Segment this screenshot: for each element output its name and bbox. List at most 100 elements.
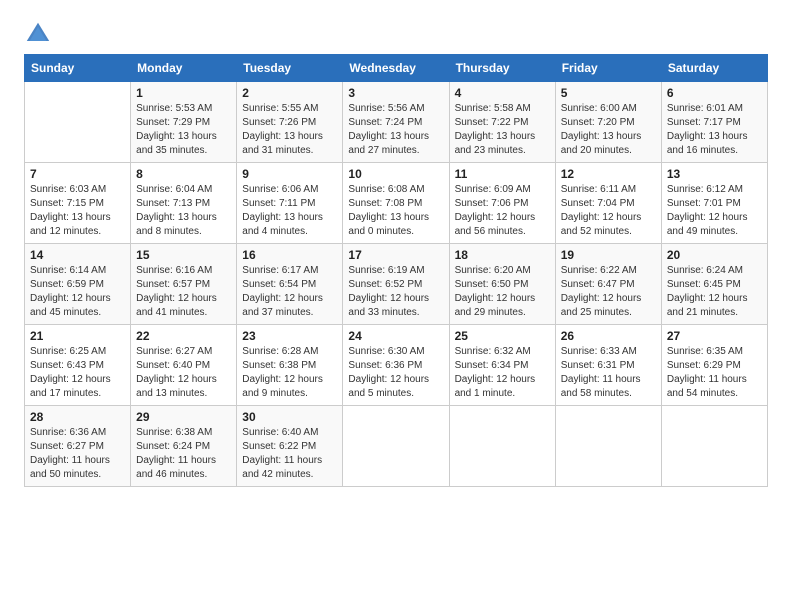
- day-number: 18: [455, 248, 550, 262]
- day-info: Sunrise: 6:06 AMSunset: 7:11 PMDaylight:…: [242, 183, 337, 239]
- day-number: 15: [136, 248, 231, 262]
- day-info: Sunrise: 6:27 AMSunset: 6:40 PMDaylight:…: [136, 345, 231, 401]
- calendar-week-row: 28 Sunrise: 6:36 AMSunset: 6:27 PMDayligh…: [25, 406, 768, 487]
- calendar-day-21: 21 Sunrise: 6:25 AMSunset: 6:43 PMDayligh…: [25, 325, 131, 406]
- calendar-day-empty: [25, 82, 131, 163]
- calendar-day-14: 14 Sunrise: 6:14 AMSunset: 6:59 PMDayligh…: [25, 244, 131, 325]
- day-info: Sunrise: 6:03 AMSunset: 7:15 PMDaylight:…: [30, 183, 125, 239]
- weekday-header-monday: Monday: [131, 55, 237, 82]
- weekday-header-row: SundayMondayTuesdayWednesdayThursdayFrid…: [25, 55, 768, 82]
- day-info: Sunrise: 6:32 AMSunset: 6:34 PMDaylight:…: [455, 345, 550, 401]
- day-number: 27: [667, 329, 762, 343]
- calendar-day-11: 11 Sunrise: 6:09 AMSunset: 7:06 PMDayligh…: [449, 163, 555, 244]
- day-number: 6: [667, 86, 762, 100]
- calendar-day-10: 10Sunrise: 6:08 AMSunset: 7:08 PMDayligh…: [343, 163, 449, 244]
- day-number: 19: [561, 248, 656, 262]
- calendar-body: 1 Sunrise: 5:53 AMSunset: 7:29 PMDaylight…: [25, 82, 768, 487]
- day-number: 28: [30, 410, 125, 424]
- calendar-day-3: 3 Sunrise: 5:56 AMSunset: 7:24 PMDaylight…: [343, 82, 449, 163]
- calendar-day-13: 13 Sunrise: 6:12 AMSunset: 7:01 PMDayligh…: [661, 163, 767, 244]
- logo: [24, 20, 56, 48]
- weekday-header-friday: Friday: [555, 55, 661, 82]
- calendar-day-20: 20 Sunrise: 6:24 AMSunset: 6:45 PMDayligh…: [661, 244, 767, 325]
- day-number: 1: [136, 86, 231, 100]
- day-number: 16: [242, 248, 337, 262]
- day-number: 14: [30, 248, 125, 262]
- day-info: Sunrise: 6:36 AMSunset: 6:27 PMDaylight:…: [30, 426, 125, 482]
- day-info: Sunrise: 6:35 AMSunset: 6:29 PMDaylight:…: [667, 345, 762, 401]
- day-number: 3: [348, 86, 443, 100]
- day-number: 25: [455, 329, 550, 343]
- calendar-day-30: 30Sunrise: 6:40 AMSunset: 6:22 PMDayligh…: [237, 406, 343, 487]
- weekday-header-wednesday: Wednesday: [343, 55, 449, 82]
- calendar-day-empty: [343, 406, 449, 487]
- day-number: 13: [667, 167, 762, 181]
- calendar-week-row: 7 Sunrise: 6:03 AMSunset: 7:15 PMDaylight…: [25, 163, 768, 244]
- day-number: 7: [30, 167, 125, 181]
- day-number: 8: [136, 167, 231, 181]
- calendar-day-empty: [449, 406, 555, 487]
- calendar-day-22: 22 Sunrise: 6:27 AMSunset: 6:40 PMDayligh…: [131, 325, 237, 406]
- day-number: 9: [242, 167, 337, 181]
- calendar-day-23: 23 Sunrise: 6:28 AMSunset: 6:38 PMDayligh…: [237, 325, 343, 406]
- day-info: Sunrise: 6:12 AMSunset: 7:01 PMDaylight:…: [667, 183, 762, 239]
- weekday-header-sunday: Sunday: [25, 55, 131, 82]
- header: [24, 20, 768, 48]
- calendar-week-row: 14 Sunrise: 6:14 AMSunset: 6:59 PMDayligh…: [25, 244, 768, 325]
- calendar-day-5: 5 Sunrise: 6:00 AMSunset: 7:20 PMDaylight…: [555, 82, 661, 163]
- calendar-day-15: 15Sunrise: 6:16 AMSunset: 6:57 PMDayligh…: [131, 244, 237, 325]
- day-number: 22: [136, 329, 231, 343]
- day-info: Sunrise: 6:00 AMSunset: 7:20 PMDaylight:…: [561, 102, 656, 158]
- day-info: Sunrise: 5:55 AMSunset: 7:26 PMDaylight:…: [242, 102, 337, 158]
- calendar-day-empty: [661, 406, 767, 487]
- day-number: 12: [561, 167, 656, 181]
- calendar-day-19: 19Sunrise: 6:22 AMSunset: 6:47 PMDayligh…: [555, 244, 661, 325]
- calendar-day-1: 1 Sunrise: 5:53 AMSunset: 7:29 PMDaylight…: [131, 82, 237, 163]
- day-number: 26: [561, 329, 656, 343]
- day-number: 20: [667, 248, 762, 262]
- day-info: Sunrise: 5:53 AMSunset: 7:29 PMDaylight:…: [136, 102, 231, 158]
- calendar-day-4: 4Sunrise: 5:58 AMSunset: 7:22 PMDaylight…: [449, 82, 555, 163]
- day-info: Sunrise: 5:58 AMSunset: 7:22 PMDaylight:…: [455, 102, 550, 158]
- calendar-day-28: 28 Sunrise: 6:36 AMSunset: 6:27 PMDayligh…: [25, 406, 131, 487]
- day-info: Sunrise: 6:09 AMSunset: 7:06 PMDaylight:…: [455, 183, 550, 239]
- weekday-header-saturday: Saturday: [661, 55, 767, 82]
- logo-icon: [24, 20, 52, 48]
- calendar-day-empty: [555, 406, 661, 487]
- calendar-day-2: 2 Sunrise: 5:55 AMSunset: 7:26 PMDaylight…: [237, 82, 343, 163]
- calendar-day-9: 9 Sunrise: 6:06 AMSunset: 7:11 PMDaylight…: [237, 163, 343, 244]
- day-info: Sunrise: 6:30 AMSunset: 6:36 PMDaylight:…: [348, 345, 443, 401]
- day-info: Sunrise: 6:40 AMSunset: 6:22 PMDaylight:…: [242, 426, 337, 482]
- day-info: Sunrise: 6:08 AMSunset: 7:08 PMDaylight:…: [348, 183, 443, 239]
- calendar-day-29: 29 Sunrise: 6:38 AMSunset: 6:24 PMDayligh…: [131, 406, 237, 487]
- calendar-week-row: 21 Sunrise: 6:25 AMSunset: 6:43 PMDayligh…: [25, 325, 768, 406]
- weekday-header-tuesday: Tuesday: [237, 55, 343, 82]
- day-info: Sunrise: 6:28 AMSunset: 6:38 PMDaylight:…: [242, 345, 337, 401]
- day-info: Sunrise: 5:56 AMSunset: 7:24 PMDaylight:…: [348, 102, 443, 158]
- day-number: 21: [30, 329, 125, 343]
- calendar-day-12: 12 Sunrise: 6:11 AMSunset: 7:04 PMDayligh…: [555, 163, 661, 244]
- day-info: Sunrise: 6:33 AMSunset: 6:31 PMDaylight:…: [561, 345, 656, 401]
- calendar-day-6: 6 Sunrise: 6:01 AMSunset: 7:17 PMDaylight…: [661, 82, 767, 163]
- calendar-day-7: 7 Sunrise: 6:03 AMSunset: 7:15 PMDaylight…: [25, 163, 131, 244]
- day-info: Sunrise: 6:11 AMSunset: 7:04 PMDaylight:…: [561, 183, 656, 239]
- day-number: 23: [242, 329, 337, 343]
- day-info: Sunrise: 6:14 AMSunset: 6:59 PMDaylight:…: [30, 264, 125, 320]
- day-number: 2: [242, 86, 337, 100]
- day-number: 11: [455, 167, 550, 181]
- day-info: Sunrise: 6:38 AMSunset: 6:24 PMDaylight:…: [136, 426, 231, 482]
- day-info: Sunrise: 6:19 AMSunset: 6:52 PMDaylight:…: [348, 264, 443, 320]
- day-info: Sunrise: 6:04 AMSunset: 7:13 PMDaylight:…: [136, 183, 231, 239]
- day-number: 29: [136, 410, 231, 424]
- day-info: Sunrise: 6:01 AMSunset: 7:17 PMDaylight:…: [667, 102, 762, 158]
- calendar-day-8: 8 Sunrise: 6:04 AMSunset: 7:13 PMDaylight…: [131, 163, 237, 244]
- day-info: Sunrise: 6:24 AMSunset: 6:45 PMDaylight:…: [667, 264, 762, 320]
- calendar-day-26: 26 Sunrise: 6:33 AMSunset: 6:31 PMDayligh…: [555, 325, 661, 406]
- day-info: Sunrise: 6:25 AMSunset: 6:43 PMDaylight:…: [30, 345, 125, 401]
- calendar-table: SundayMondayTuesdayWednesdayThursdayFrid…: [24, 54, 768, 487]
- calendar-day-16: 16Sunrise: 6:17 AMSunset: 6:54 PMDayligh…: [237, 244, 343, 325]
- calendar-day-17: 17Sunrise: 6:19 AMSunset: 6:52 PMDayligh…: [343, 244, 449, 325]
- day-number: 5: [561, 86, 656, 100]
- calendar-day-25: 25 Sunrise: 6:32 AMSunset: 6:34 PMDayligh…: [449, 325, 555, 406]
- calendar-day-24: 24Sunrise: 6:30 AMSunset: 6:36 PMDayligh…: [343, 325, 449, 406]
